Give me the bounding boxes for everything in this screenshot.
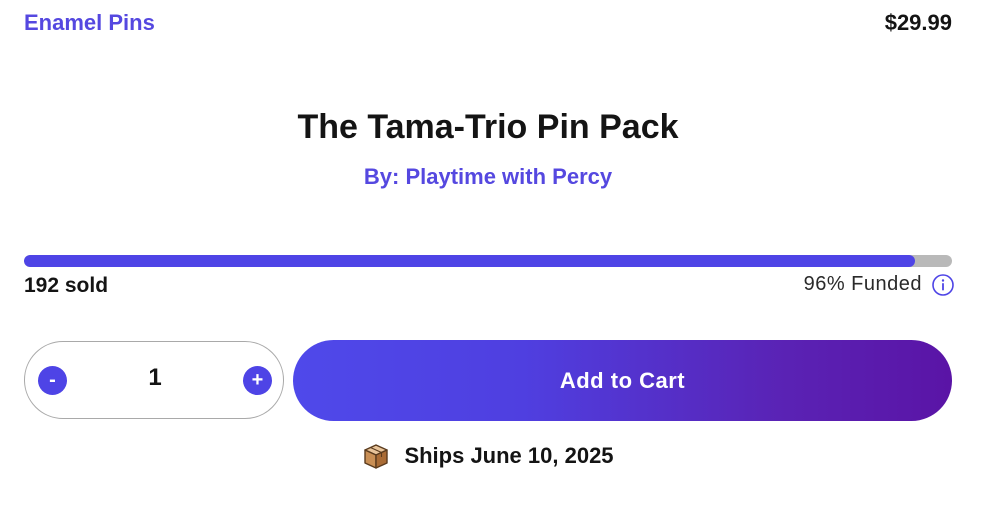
info-icon[interactable] (932, 273, 954, 296)
quantity-input[interactable] (115, 364, 195, 392)
add-to-cart-button[interactable]: Add to Cart (293, 340, 952, 421)
box-icon (362, 442, 390, 470)
increase-quantity-button[interactable]: + (243, 366, 272, 395)
product-card: Enamel Pins $29.99 The Tama-Trio Pin Pac… (0, 0, 1000, 508)
shipping-info: Ships June 10, 2025 (0, 442, 976, 470)
funding-progress-fill (24, 255, 915, 267)
category-link[interactable]: Enamel Pins (24, 10, 155, 36)
sold-count: 192 sold (24, 274, 109, 297)
decrease-quantity-button[interactable]: - (38, 366, 67, 395)
price: $29.99 (884, 10, 952, 35)
ship-date: Ships June 10, 2025 (404, 443, 614, 468)
creator-link[interactable]: By: Playtime with Percy (0, 164, 976, 190)
quantity-stepper: - + (24, 341, 284, 419)
page-title: The Tama-Trio Pin Pack (297, 108, 679, 146)
funding-progress-bar (24, 255, 952, 267)
funded-percent: 96% Funded (803, 273, 922, 295)
funded-status: 96% Funded (804, 273, 954, 296)
